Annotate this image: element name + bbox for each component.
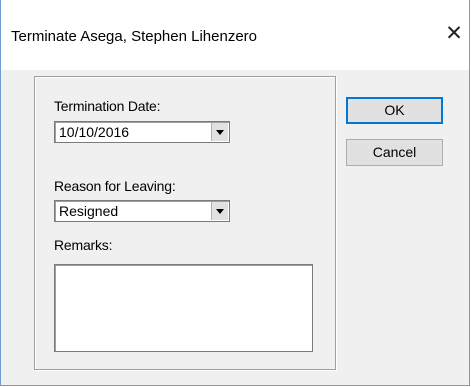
termination-date-label: Termination Date: (54, 98, 161, 114)
close-button[interactable]: ✕ (439, 18, 469, 50)
title-bar[interactable]: Terminate Asega, Stephen Lihenzero ✕ (1, 0, 469, 70)
reason-for-leaving-label: Reason for Leaving: (54, 178, 176, 194)
remarks-label: Remarks: (54, 237, 113, 253)
cancel-button[interactable]: Cancel (346, 139, 443, 166)
close-icon: ✕ (445, 22, 463, 45)
reason-for-leaving-value: Resigned (59, 203, 119, 219)
remarks-textarea[interactable] (54, 264, 313, 352)
dialog-window: Terminate Asega, Stephen Lihenzero ✕ Ter… (0, 0, 470, 386)
termination-date-dropdown[interactable]: 10/10/2016 (54, 121, 230, 143)
termination-date-value: 10/10/2016 (59, 124, 130, 140)
window-title: Terminate Asega, Stephen Lihenzero (11, 28, 257, 45)
chevron-down-icon[interactable] (211, 123, 228, 141)
chevron-down-icon[interactable] (211, 202, 228, 220)
ok-button[interactable]: OK (346, 97, 443, 124)
reason-for-leaving-dropdown[interactable]: Resigned (54, 200, 230, 222)
